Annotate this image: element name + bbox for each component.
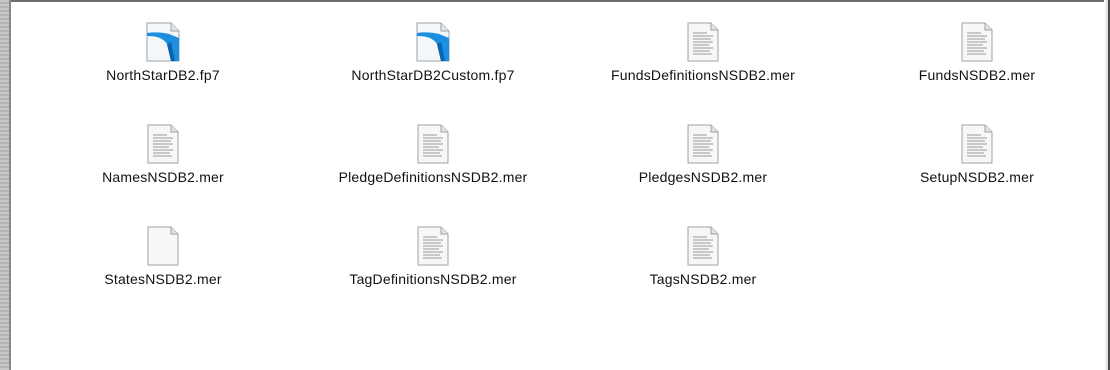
file-icon-grid: NorthStarDB2.fp7 NorthStarDB2Custom.fp7 <box>0 0 1110 370</box>
file-name: FundsNSDB2.mer <box>918 67 1036 83</box>
file-name: FundsDefinitionsNSDB2.mer <box>611 67 795 83</box>
text-document-icon <box>147 124 179 164</box>
file-item[interactable]: NorthStarDB2Custom.fp7 <box>328 22 538 83</box>
filemaker-document-icon <box>416 22 450 62</box>
file-item[interactable]: NorthStarDB2.fp7 <box>58 22 268 83</box>
file-item[interactable]: SetupNSDB2.mer <box>872 124 1082 185</box>
file-name: StatesNSDB2.mer <box>104 271 222 287</box>
file-item[interactable]: FundsNSDB2.mer <box>872 22 1082 83</box>
text-document-icon <box>417 124 449 164</box>
file-name: PledgesNSDB2.mer <box>638 169 768 185</box>
filemaker-document-icon <box>146 22 180 62</box>
file-item[interactable]: NamesNSDB2.mer <box>58 124 268 185</box>
text-document-icon <box>961 22 993 62</box>
text-document-icon <box>687 22 719 62</box>
text-document-icon <box>961 124 993 164</box>
finder-window: NorthStarDB2.fp7 NorthStarDB2Custom.fp7 <box>0 0 1110 370</box>
file-item[interactable]: PledgesNSDB2.mer <box>598 124 808 185</box>
file-item[interactable]: FundsDefinitionsNSDB2.mer <box>598 22 808 83</box>
file-name: NorthStarDB2.fp7 <box>106 67 220 83</box>
file-name: NamesNSDB2.mer <box>102 169 224 185</box>
text-document-icon <box>687 124 719 164</box>
file-name: NorthStarDB2Custom.fp7 <box>351 67 515 83</box>
file-item[interactable]: StatesNSDB2.mer <box>58 226 268 287</box>
file-name: TagDefinitionsNSDB2.mer <box>349 271 517 287</box>
file-name: PledgeDefinitionsNSDB2.mer <box>338 169 528 185</box>
file-item[interactable]: TagsNSDB2.mer <box>598 226 808 287</box>
blank-document-icon <box>147 226 179 266</box>
file-item[interactable]: PledgeDefinitionsNSDB2.mer <box>328 124 538 185</box>
text-document-icon <box>417 226 449 266</box>
file-name: SetupNSDB2.mer <box>919 169 1035 185</box>
file-name: TagsNSDB2.mer <box>649 271 757 287</box>
text-document-icon <box>687 226 719 266</box>
file-item[interactable]: TagDefinitionsNSDB2.mer <box>328 226 538 287</box>
